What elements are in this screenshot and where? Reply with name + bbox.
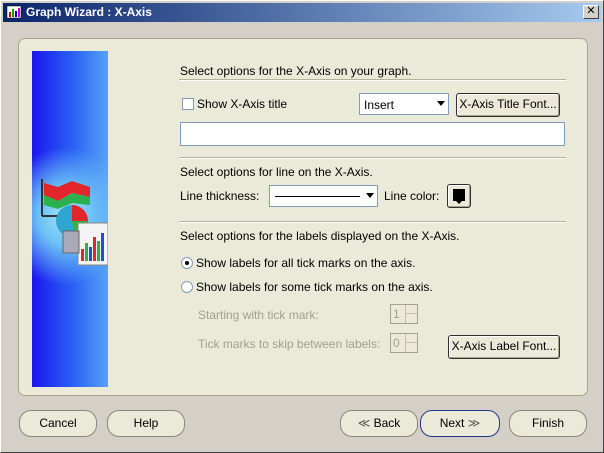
starting-tick-label: Starting with tick mark: [198,308,319,322]
chevron-down-icon [366,193,374,198]
help-button[interactable]: Help [107,410,185,437]
starting-tick-value: 1 [393,307,400,321]
x-axis-label-font-button[interactable]: X-Axis Label Font... [448,335,560,359]
show-all-labels-radio[interactable] [181,257,193,269]
show-some-labels-radio[interactable] [181,281,193,293]
title-bar[interactable]: Graph Wizard : X-Axis ✕ [3,3,601,22]
show-title-label[interactable]: Show X-Axis title [197,97,287,111]
color-swatch-icon [453,189,465,201]
chevron-down-icon [437,101,445,106]
window-title: Graph Wizard : X-Axis [26,5,152,19]
chevron-right-icon: ≫ [467,416,481,430]
line-color-button[interactable] [447,184,471,208]
finish-button[interactable]: Finish [509,410,587,437]
show-title-checkbox[interactable] [182,98,194,110]
skip-ticks-spinner[interactable]: 0 [390,333,418,353]
cancel-button[interactable]: Cancel [19,410,97,437]
close-icon: ✕ [586,5,596,17]
back-button-label: Back [373,416,401,430]
line-thickness-label: Line thickness: [180,189,260,203]
skip-ticks-label: Tick marks to skip between labels: [198,337,381,351]
show-some-labels-label[interactable]: Show labels for some tick marks on the a… [196,280,433,294]
chevron-left-icon: ≪ [357,416,371,430]
wizard-banner-image [32,51,108,387]
title-position-value: Insert [364,98,395,112]
separator [179,221,566,223]
chart-illustration-icon [41,179,108,266]
line-section-heading: Select options for line on the X-Axis. [180,165,373,179]
wizard-panel: Select options for the X-Axis on your gr… [18,38,588,396]
axis-section-heading: Select options for the X-Axis on your gr… [180,64,412,78]
show-all-labels-label[interactable]: Show labels for all tick marks on the ax… [196,256,415,270]
spin-down-icon[interactable] [405,314,417,323]
line-color-label: Line color: [384,189,440,203]
separator [179,79,566,81]
separator [179,157,566,159]
spin-up-icon[interactable] [405,305,417,314]
spin-down-icon[interactable] [405,343,417,352]
starting-tick-spinner[interactable]: 1 [390,304,418,324]
labels-section-heading: Select options for the labels displayed … [180,229,460,243]
title-position-select[interactable]: Insert [359,93,449,115]
x-axis-title-font-button[interactable]: X-Axis Title Font... [456,93,560,117]
next-button-label: Next [439,416,465,430]
line-thickness-select[interactable] [269,185,378,207]
spin-up-icon[interactable] [405,334,417,343]
chevron-down-icon [456,201,462,204]
line-thickness-sample [275,196,360,197]
next-button[interactable]: Next ≫ [420,410,500,437]
close-button[interactable]: ✕ [583,5,599,19]
skip-ticks-value: 0 [393,336,400,350]
wizard-window: Graph Wizard : X-Axis ✕ Select options f… [0,0,604,453]
x-axis-title-input[interactable] [180,122,565,146]
graph-app-icon [6,5,22,19]
back-button[interactable]: ≪ Back [340,410,418,437]
